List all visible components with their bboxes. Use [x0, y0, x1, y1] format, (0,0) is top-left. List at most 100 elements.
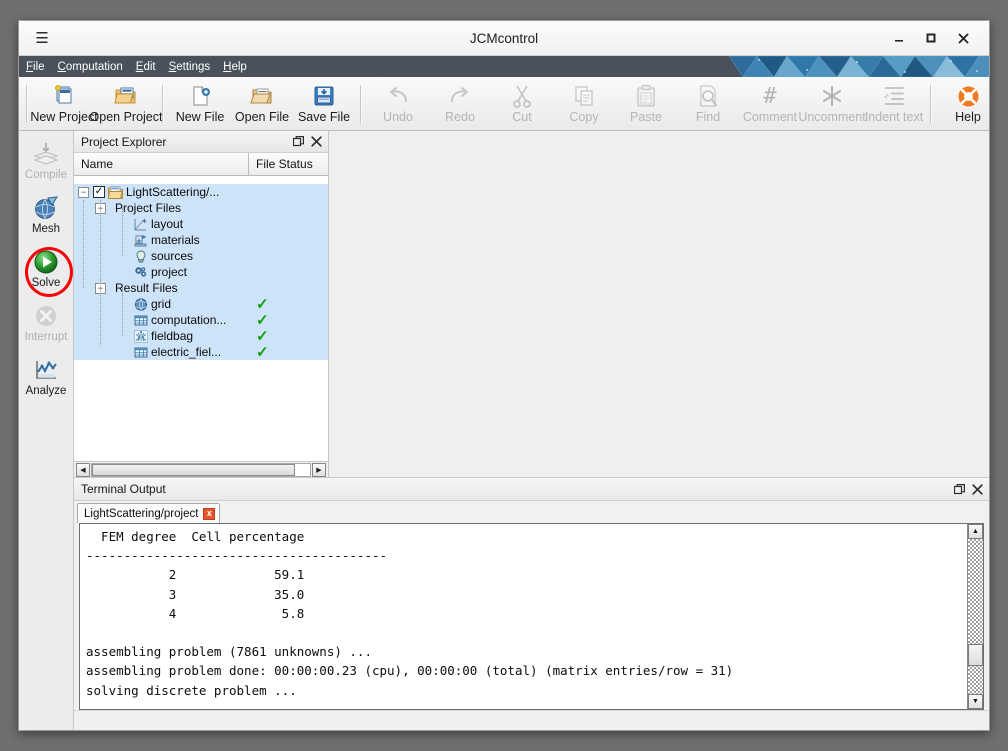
mesh-label: Mesh: [31, 223, 61, 235]
find-button[interactable]: Find: [677, 79, 739, 128]
menu-settings[interactable]: Settings: [163, 59, 217, 75]
hscroll-thumb[interactable]: [92, 463, 295, 476]
help-button[interactable]: Help: [937, 79, 989, 128]
new-project-button[interactable]: New Project: [30, 79, 98, 128]
terminal-text[interactable]: FEM degree Cell percentage -------------…: [80, 524, 967, 709]
close-panel-icon[interactable]: [311, 136, 322, 147]
editor-canvas[interactable]: [329, 131, 989, 478]
tree-guide-line: [122, 208, 124, 256]
save-file-icon: [312, 83, 336, 110]
tree-guide-line: [100, 280, 102, 346]
mesh-action[interactable]: Mesh: [19, 193, 73, 247]
undo-icon: [385, 83, 411, 110]
menu-computation[interactable]: Computation: [52, 59, 129, 75]
menu-computation-mnemonic: C: [57, 60, 66, 73]
solve-label: Solve: [31, 277, 61, 289]
hscroll-track[interactable]: [91, 462, 311, 477]
tree-row-result-files[interactable]: − Result Files: [74, 280, 328, 296]
float-panel-icon[interactable]: [954, 483, 965, 495]
paste-button[interactable]: Paste: [615, 79, 677, 128]
folder-icon: [108, 185, 123, 199]
menu-file[interactable]: File: [20, 59, 51, 75]
tree-row-project[interactable]: project: [74, 264, 328, 280]
vscroll-thumb[interactable]: [968, 644, 983, 667]
scroll-left-icon[interactable]: ◀: [76, 462, 90, 477]
save-file-button[interactable]: Save File: [293, 79, 355, 128]
close-panel-icon[interactable]: [972, 483, 983, 495]
compile-action[interactable]: Compile: [19, 139, 73, 193]
float-panel-icon[interactable]: [293, 136, 304, 147]
menu-help[interactable]: Help: [217, 59, 253, 75]
tree-row-project-root[interactable]: − ✓ LightScattering/...: [74, 184, 328, 200]
project-root-checkbox[interactable]: ✓: [93, 186, 105, 198]
terminal-tab-lightscattering-project[interactable]: LightScattering/project x: [77, 503, 221, 523]
tree-row-sources[interactable]: sources: [74, 248, 328, 264]
tree-row-electric-field[interactable]: electric_fiel... ✓: [74, 344, 328, 360]
indent-text-button[interactable]: Indent text: [863, 79, 925, 128]
tree-label-project-files: Project Files: [115, 201, 182, 215]
tree-column-name[interactable]: Name: [74, 153, 249, 175]
terminal-titlebar: Terminal Output: [74, 478, 989, 501]
menubar-decoration: [728, 56, 989, 77]
scroll-down-icon[interactable]: ▼: [968, 694, 983, 709]
tree-column-file-status[interactable]: File Status: [249, 153, 328, 175]
project-explorer-title: Project Explorer: [81, 134, 167, 149]
close-icon[interactable]: [947, 25, 979, 51]
grid-sphere-icon: [134, 297, 148, 311]
new-file-button[interactable]: New File: [169, 79, 231, 128]
tree-row-fieldbag[interactable]: fieldbag ✓: [74, 328, 328, 344]
minimize-icon[interactable]: [883, 25, 915, 51]
terminal-tabstrip: LightScattering/project x: [74, 501, 989, 523]
paste-icon: [635, 83, 657, 110]
maximize-icon[interactable]: [915, 25, 947, 51]
cut-button[interactable]: Cut: [491, 79, 553, 128]
expander-icon[interactable]: −: [78, 186, 89, 198]
undo-label: Undo: [383, 109, 413, 124]
uncomment-label: Uncomment: [798, 109, 866, 124]
vscroll-track[interactable]: [968, 539, 983, 694]
terminal-vertical-scrollbar[interactable]: ▲ ▼: [967, 524, 983, 709]
tab-close-icon[interactable]: x: [203, 507, 216, 520]
menu-edit[interactable]: Edit: [130, 59, 162, 75]
hamburger-icon[interactable]: ☰: [27, 31, 57, 46]
mesh-globe-icon: [33, 193, 59, 223]
tree-label-result-files: Result Files: [115, 281, 178, 295]
uncomment-button[interactable]: Uncomment: [798, 79, 866, 128]
new-file-icon: [188, 83, 212, 110]
interrupt-action[interactable]: Interrupt: [19, 301, 73, 355]
tree-row-materials[interactable]: materials: [74, 232, 328, 248]
scroll-right-icon[interactable]: ▶: [312, 462, 326, 477]
save-file-label: Save File: [297, 109, 351, 124]
redo-button[interactable]: Redo: [429, 79, 491, 128]
help-label: Help: [955, 109, 981, 124]
upper-area: Project Explorer Name File Status − ✓ Li…: [74, 131, 989, 478]
compile-stack-icon: [32, 139, 60, 169]
copy-label: Copy: [569, 109, 599, 124]
compile-label: Compile: [24, 169, 68, 181]
scroll-up-icon[interactable]: ▲: [968, 524, 983, 539]
menu-file-rest: ile: [33, 60, 45, 73]
tree-row-layout[interactable]: layout: [74, 216, 328, 232]
window-title: JCMcontrol: [469, 30, 539, 46]
tree-body[interactable]: − ✓ LightScattering/... − Project Files …: [74, 176, 328, 461]
analyze-action[interactable]: Analyze: [19, 355, 73, 409]
undo-button[interactable]: Undo: [367, 79, 429, 128]
open-project-button[interactable]: Open Project: [90, 79, 162, 128]
sources-bulb-icon: [134, 249, 148, 263]
tree-row-computation[interactable]: computation... ✓: [74, 312, 328, 328]
tree-guide-line: [100, 200, 102, 280]
file-status-check-icon: ✓: [256, 343, 269, 361]
interrupt-cross-icon: [34, 301, 58, 331]
open-file-button[interactable]: Open File: [231, 79, 293, 128]
tree-row-grid[interactable]: grid ✓: [74, 296, 328, 312]
file-status-check-icon: ✓: [256, 311, 269, 329]
tree-horizontal-scrollbar[interactable]: ◀ ▶: [74, 461, 328, 477]
status-bar: [74, 710, 989, 730]
tree-row-project-files[interactable]: − Project Files: [74, 200, 328, 216]
comment-button[interactable]: # Comment: [739, 79, 801, 128]
screen: ☰ JCMcontrol File Computation Edit Setti…: [0, 0, 1008, 751]
copy-button[interactable]: Copy: [553, 79, 615, 128]
menu-computation-rest: omputation: [65, 60, 123, 73]
solve-action[interactable]: Solve: [19, 247, 73, 301]
toolbar-separator: [26, 84, 28, 123]
